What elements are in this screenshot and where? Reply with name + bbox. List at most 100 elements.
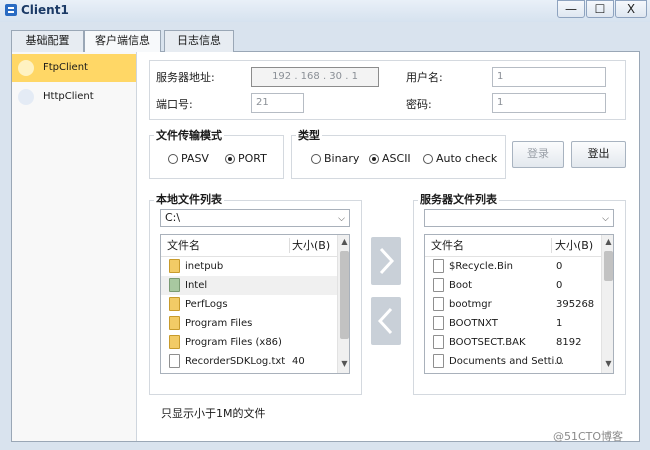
tab-basic-config[interactable]: 基础配置	[11, 30, 84, 52]
nav-item-ftpclient[interactable]: FtpClient	[12, 54, 136, 82]
scroll-up-icon[interactable]: ▲	[338, 237, 349, 249]
file-name: Boot	[449, 280, 473, 291]
scroll-up-icon[interactable]: ▲	[602, 237, 613, 249]
scroll-down-icon[interactable]: ▼	[338, 359, 349, 371]
password-field[interactable]: 1	[492, 93, 606, 113]
file-name: Program Files	[185, 318, 253, 329]
file-size: 1	[556, 318, 563, 329]
nav-item-label: HttpClient	[43, 91, 94, 102]
app-icon	[4, 3, 18, 17]
ascii-radio[interactable]	[369, 154, 379, 164]
nav-item-httpclient[interactable]: HttpClient	[12, 83, 136, 111]
pasv-radio[interactable]	[168, 154, 178, 164]
remote-files-title: 服务器文件列表	[418, 191, 499, 207]
scroll-thumb[interactable]	[604, 251, 613, 281]
password-label: 密码:	[406, 98, 432, 111]
file-name: BOOTSECT.BAK	[449, 337, 526, 348]
type-title: 类型	[296, 127, 322, 143]
port-label: 端口号:	[156, 98, 193, 111]
http-client-icon	[18, 89, 34, 105]
login-button[interactable]: 登录	[512, 141, 564, 168]
file-row[interactable]: Boot 0	[425, 276, 601, 295]
ftp-client-icon	[18, 60, 34, 76]
file-icon	[433, 354, 444, 368]
server-address-label: 服务器地址:	[156, 71, 215, 84]
file-size: 0	[556, 356, 563, 367]
remote-path-select[interactable]: ⌵	[424, 209, 614, 227]
port-radio[interactable]	[225, 154, 235, 164]
file-row[interactable]: inetpub	[161, 257, 337, 276]
size-column-header[interactable]: 大小(B)	[555, 235, 593, 256]
server-address-field[interactable]: 192 . 168 . 30 . 1	[251, 67, 379, 87]
maximize-button[interactable]: ☐	[586, 0, 614, 18]
file-row[interactable]: Program Files	[161, 314, 337, 333]
file-row[interactable]: PerfLogs	[161, 295, 337, 314]
chevron-right-icon	[379, 247, 395, 275]
file-row[interactable]: bootmgr 395268	[425, 295, 601, 314]
file-name: $Recycle.Bin	[449, 261, 514, 272]
file-size: 8192	[556, 337, 582, 348]
file-icon	[433, 259, 444, 273]
tab-client-info[interactable]: 客户端信息	[84, 30, 161, 52]
chevron-down-icon: ⌵	[602, 214, 609, 224]
chevron-left-icon	[377, 307, 393, 335]
download-button[interactable]	[371, 297, 401, 345]
file-size: 395268	[556, 299, 595, 310]
port-mode-label: PORT	[238, 152, 267, 165]
auto-check-radio[interactable]	[423, 154, 433, 164]
file-name: Intel	[185, 280, 208, 291]
local-scrollbar[interactable]: ▲ ▼	[337, 235, 349, 373]
folder-icon	[169, 297, 180, 311]
minimize-button[interactable]: —	[557, 0, 585, 18]
binary-radio[interactable]	[311, 154, 321, 164]
file-icon	[433, 278, 444, 292]
local-path-select[interactable]: C:\ ⌵	[160, 209, 350, 227]
file-row[interactable]: Program Files (x86)	[161, 333, 337, 352]
file-icon	[433, 297, 444, 311]
remote-file-list[interactable]: 文件名 大小(B) $Recycle.Bin 0 Boot 0 bootmgr …	[424, 234, 614, 374]
file-size: 40	[292, 356, 305, 367]
file-row[interactable]: BOOTNXT 1	[425, 314, 601, 333]
scroll-down-icon[interactable]: ▼	[602, 359, 613, 371]
folder-icon	[169, 335, 180, 349]
file-name: PerfLogs	[185, 299, 228, 310]
file-row[interactable]: BOOTSECT.BAK 8192	[425, 333, 601, 352]
size-column-header[interactable]: 大小(B)	[292, 235, 330, 256]
upload-button[interactable]	[371, 237, 401, 285]
logout-button[interactable]: 登出	[571, 141, 626, 168]
chevron-down-icon: ⌵	[338, 214, 345, 224]
size-limit-note: 只显示小于1M的文件	[161, 407, 266, 420]
username-field[interactable]: 1	[492, 67, 606, 87]
window-title: Client1	[21, 3, 69, 17]
port-field[interactable]: 21	[251, 93, 304, 113]
folder-icon	[169, 316, 180, 330]
file-icon	[169, 354, 180, 368]
local-files-title: 本地文件列表	[154, 191, 224, 207]
name-column-header[interactable]: 文件名	[167, 235, 200, 256]
file-icon	[433, 316, 444, 330]
watermark: @51CTO博客	[553, 430, 624, 443]
close-button[interactable]: X	[615, 0, 647, 18]
tab-log-info[interactable]: 日志信息	[164, 30, 234, 52]
local-file-list[interactable]: 文件名 大小(B) inetpub Intel PerfLogs Program…	[160, 234, 350, 374]
file-name: Program Files (x86)	[185, 337, 282, 348]
file-row[interactable]: Intel	[161, 276, 337, 295]
folder-icon	[169, 259, 180, 273]
file-row[interactable]: RecorderSDKLog.txt 40	[161, 352, 337, 371]
scroll-thumb[interactable]	[340, 251, 349, 339]
username-label: 用户名:	[406, 71, 443, 84]
ascii-label: ASCII	[382, 152, 411, 165]
title-bar	[0, 0, 650, 22]
binary-label: Binary	[324, 152, 360, 165]
file-size: 0	[556, 280, 563, 291]
file-row[interactable]: $Recycle.Bin 0	[425, 257, 601, 276]
client-type-nav: FtpClient HttpClient	[12, 52, 137, 441]
local-path-value: C:\	[165, 211, 181, 224]
name-column-header[interactable]: 文件名	[431, 235, 464, 256]
remote-list-header: 文件名 大小(B)	[425, 235, 601, 257]
pasv-label: PASV	[181, 152, 209, 165]
file-name: inetpub	[185, 261, 224, 272]
file-row[interactable]: Documents and Setti... 0	[425, 352, 601, 371]
remote-scrollbar[interactable]: ▲ ▼	[601, 235, 613, 373]
file-name: Documents and Setti...	[449, 356, 564, 367]
